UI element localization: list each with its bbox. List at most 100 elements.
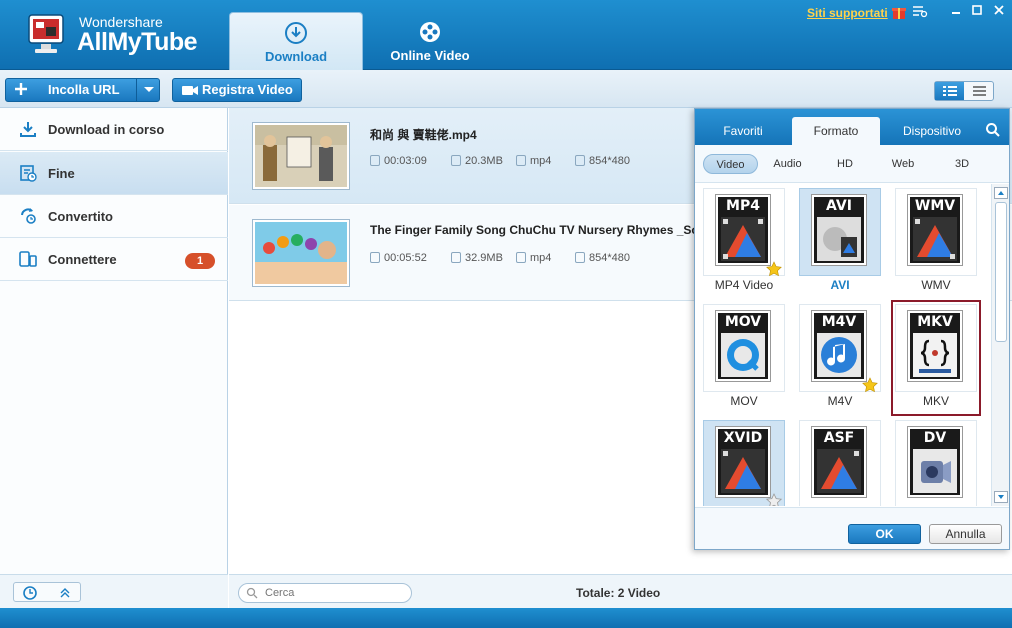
info-icon <box>516 155 526 166</box>
format-dv[interactable]: DV <box>894 419 978 506</box>
resolution-icon <box>575 155 585 166</box>
film-icon: WMV <box>908 195 962 265</box>
info-icon <box>516 252 526 263</box>
video-camera-icon <box>181 82 199 104</box>
sidebar-item-label: Connettere <box>48 252 117 267</box>
sidebar-item-downloading[interactable]: Download in corso <box>0 108 228 151</box>
device-icon <box>18 249 38 269</box>
connect-count-badge: 1 <box>185 253 215 269</box>
tab-download[interactable]: Download <box>229 12 363 70</box>
favorite-star-icon[interactable] <box>766 261 782 277</box>
video-size: 32.9MB <box>451 252 503 264</box>
clock-icon <box>370 252 380 263</box>
video-resolution: 854*480 <box>575 252 630 264</box>
maximize-icon[interactable] <box>968 4 986 20</box>
finished-icon <box>18 163 38 183</box>
tab-format[interactable]: Formato <box>792 117 880 145</box>
search-input[interactable] <box>238 583 412 603</box>
format-mkv[interactable]: MKV MKV <box>891 300 981 416</box>
format-xvid[interactable]: XVID <box>702 419 786 506</box>
app-name: AllMyTube <box>77 28 198 56</box>
favorite-star-outline-icon[interactable] <box>765 493 783 506</box>
format-wmv[interactable]: WMV WMV <box>894 187 978 297</box>
search-icon <box>246 587 258 602</box>
double-chevron-up-icon[interactable] <box>58 585 72 604</box>
tab-online-video-label: Online Video <box>390 48 470 63</box>
status-bar: Totale: 2 Video <box>229 574 1012 608</box>
app-logo-icon <box>26 12 66 56</box>
sidebar-item-label: Convertito <box>48 209 113 224</box>
view-toggle <box>934 81 994 101</box>
matroska-icon: MKV <box>908 311 962 381</box>
video-format: mp4 <box>516 252 551 264</box>
file-icon <box>451 155 461 166</box>
format-popup: Favoriti Formato Dispositivo Video Audio… <box>694 108 1010 550</box>
resolution-icon <box>575 252 585 263</box>
film-icon: MP4 <box>716 195 770 265</box>
record-video-button[interactable]: Registra Video <box>172 78 302 102</box>
video-title: The Finger Family Song ChuChu TV Nursery… <box>370 223 714 237</box>
video-thumbnail[interactable] <box>253 123 349 189</box>
converted-icon <box>18 206 38 226</box>
format-grid: MP4 MP4 Video AVI AVI WMV WMV MOV MOV M4… <box>695 184 991 506</box>
file-icon <box>451 252 461 263</box>
subtab-video[interactable]: Video <box>703 154 758 174</box>
format-mov[interactable]: MOV MOV <box>702 303 786 413</box>
tab-device[interactable]: Dispositivo <box>888 117 976 145</box>
subtab-audio[interactable]: Audio <box>765 154 810 174</box>
download-icon <box>18 119 38 139</box>
format-avi[interactable]: AVI AVI <box>798 187 882 297</box>
ok-button[interactable]: OK <box>848 524 921 544</box>
bottom-strip <box>0 608 1012 628</box>
paste-url-button[interactable]: Incolla URL <box>5 78 160 102</box>
schedule-clock-icon[interactable] <box>22 585 38 604</box>
video-duration: 00:03:09 <box>370 155 427 167</box>
cancel-button[interactable]: Annulla <box>929 524 1002 544</box>
favorite-star-icon[interactable] <box>862 377 878 393</box>
gift-icon[interactable] <box>890 4 908 20</box>
tab-online-video[interactable]: Online Video <box>363 12 497 70</box>
video-size: 20.3MB <box>451 155 503 167</box>
sidebar-item-label: Fine <box>48 166 75 181</box>
minimize-icon[interactable] <box>947 4 965 20</box>
subtab-hd[interactable]: HD <box>825 154 865 174</box>
video-duration: 00:05:52 <box>370 252 427 264</box>
film-icon: XVID <box>716 427 770 497</box>
chevron-down-icon[interactable] <box>142 81 156 104</box>
format-scrollbar[interactable] <box>991 184 1009 506</box>
popup-footer: OK Annulla <box>695 507 1009 549</box>
video-thumbnail[interactable] <box>253 220 349 286</box>
list-compact-view-icon[interactable] <box>965 82 994 100</box>
popup-tabs: Favoriti Formato Dispositivo <box>695 109 1009 145</box>
scroll-down-arrow-icon[interactable] <box>994 491 1008 506</box>
subtab-3d[interactable]: 3D <box>942 154 982 174</box>
subtab-web[interactable]: Web <box>883 154 923 174</box>
sidebar-footer <box>0 574 228 608</box>
scroll-thumb[interactable] <box>995 202 1007 342</box>
sidebar-item-connect[interactable]: Connettere 1 <box>0 238 228 281</box>
quicktime-icon: MOV <box>716 311 770 381</box>
film-icon: AVI <box>812 195 866 265</box>
toolbar: Incolla URL Registra Video <box>0 70 1012 108</box>
format-m4v[interactable]: M4V M4V <box>798 303 882 413</box>
close-icon[interactable] <box>990 4 1008 20</box>
format-asf[interactable]: ASF <box>798 419 882 506</box>
film-icon: ASF <box>812 427 866 497</box>
format-mp4[interactable]: MP4 MP4 Video <box>702 187 786 297</box>
tab-favorites[interactable]: Favoriti <box>703 117 783 145</box>
list-detail-view-icon[interactable] <box>935 82 964 100</box>
video-title: 和尚 與 賣鞋佬.mp4 <box>370 128 477 142</box>
button-divider <box>136 79 137 101</box>
title-bar: Wondershare AllMyTube Download Online Vi… <box>0 0 1012 70</box>
popup-subtabs: Video Audio HD Web 3D <box>695 145 1009 183</box>
sidebar-item-finished[interactable]: Fine <box>0 152 228 195</box>
scroll-up-arrow-icon[interactable] <box>994 187 1008 202</box>
menu-icon[interactable] <box>911 4 929 20</box>
search-icon[interactable] <box>985 122 1001 141</box>
total-count: Totale: 2 Video <box>576 586 661 600</box>
sidebar-item-converted[interactable]: Convertito <box>0 195 228 238</box>
download-circle-icon <box>284 21 308 45</box>
tab-download-label: Download <box>264 49 328 64</box>
supported-sites-link[interactable]: Siti supportati <box>807 6 888 20</box>
plus-icon <box>13 81 29 104</box>
